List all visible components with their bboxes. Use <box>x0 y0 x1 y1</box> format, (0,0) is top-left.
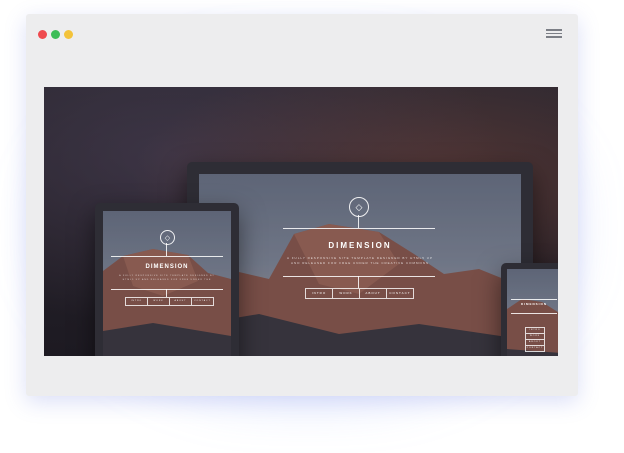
nav-about[interactable]: ABOUT <box>360 288 387 299</box>
browser-window: ◇ DIMENSION A FULLY RESPONSIVE SITE TEMP… <box>26 14 578 396</box>
site-nav: INTRO WORK ABOUT CONTACT <box>525 327 545 352</box>
hamburger-menu-icon[interactable] <box>546 27 562 39</box>
nav-intro[interactable]: INTRO <box>305 288 333 299</box>
nav-about[interactable]: ABOUT <box>170 297 192 306</box>
diamond-icon: ◇ <box>349 197 369 217</box>
phone-site-preview: DIMENSION INTRO WORK ABOUT CONTACT <box>507 269 558 356</box>
zoom-window-button[interactable] <box>64 30 73 39</box>
title-bar <box>26 14 578 54</box>
site-nav: INTRO WORK ABOUT CONTACT <box>305 288 414 299</box>
nav-intro[interactable]: INTRO <box>525 327 545 334</box>
site-title: DIMENSION <box>520 302 547 306</box>
close-window-button[interactable] <box>38 30 47 39</box>
nav-contact[interactable]: CONTACT <box>192 297 214 306</box>
preview-image: ◇ DIMENSION A FULLY RESPONSIVE SITE TEMP… <box>44 87 558 356</box>
site-title: DIMENSION <box>328 241 392 250</box>
nav-work[interactable]: WORK <box>148 297 170 306</box>
site-nav: INTRO WORK ABOUT CONTACT <box>125 297 214 306</box>
tablet-site-preview: ◇ DIMENSION A FULLY RESPONSIVE SITE TEMP… <box>103 211 231 356</box>
site-title: DIMENSION <box>145 264 189 270</box>
nav-work[interactable]: WORK <box>333 288 360 299</box>
nav-intro[interactable]: INTRO <box>125 297 148 306</box>
minimize-window-button[interactable] <box>51 30 60 39</box>
tablet-mockup: ◇ DIMENSION A FULLY RESPONSIVE SITE TEMP… <box>95 203 239 356</box>
site-tagline: A FULLY RESPONSIVE SITE TEMPLATE DESIGNE… <box>119 275 215 281</box>
desktop-site-preview: ◇ DIMENSION A FULLY RESPONSIVE SITE TEMP… <box>199 174 521 356</box>
phone-mockup: DIMENSION INTRO WORK ABOUT CONTACT <box>501 263 558 356</box>
nav-contact[interactable]: CONTACT <box>525 346 545 352</box>
diamond-icon: ◇ <box>160 230 175 245</box>
site-tagline: A FULLY RESPONSIVE SITE TEMPLATE DESIGNE… <box>287 256 433 265</box>
nav-contact[interactable]: CONTACT <box>387 288 414 299</box>
